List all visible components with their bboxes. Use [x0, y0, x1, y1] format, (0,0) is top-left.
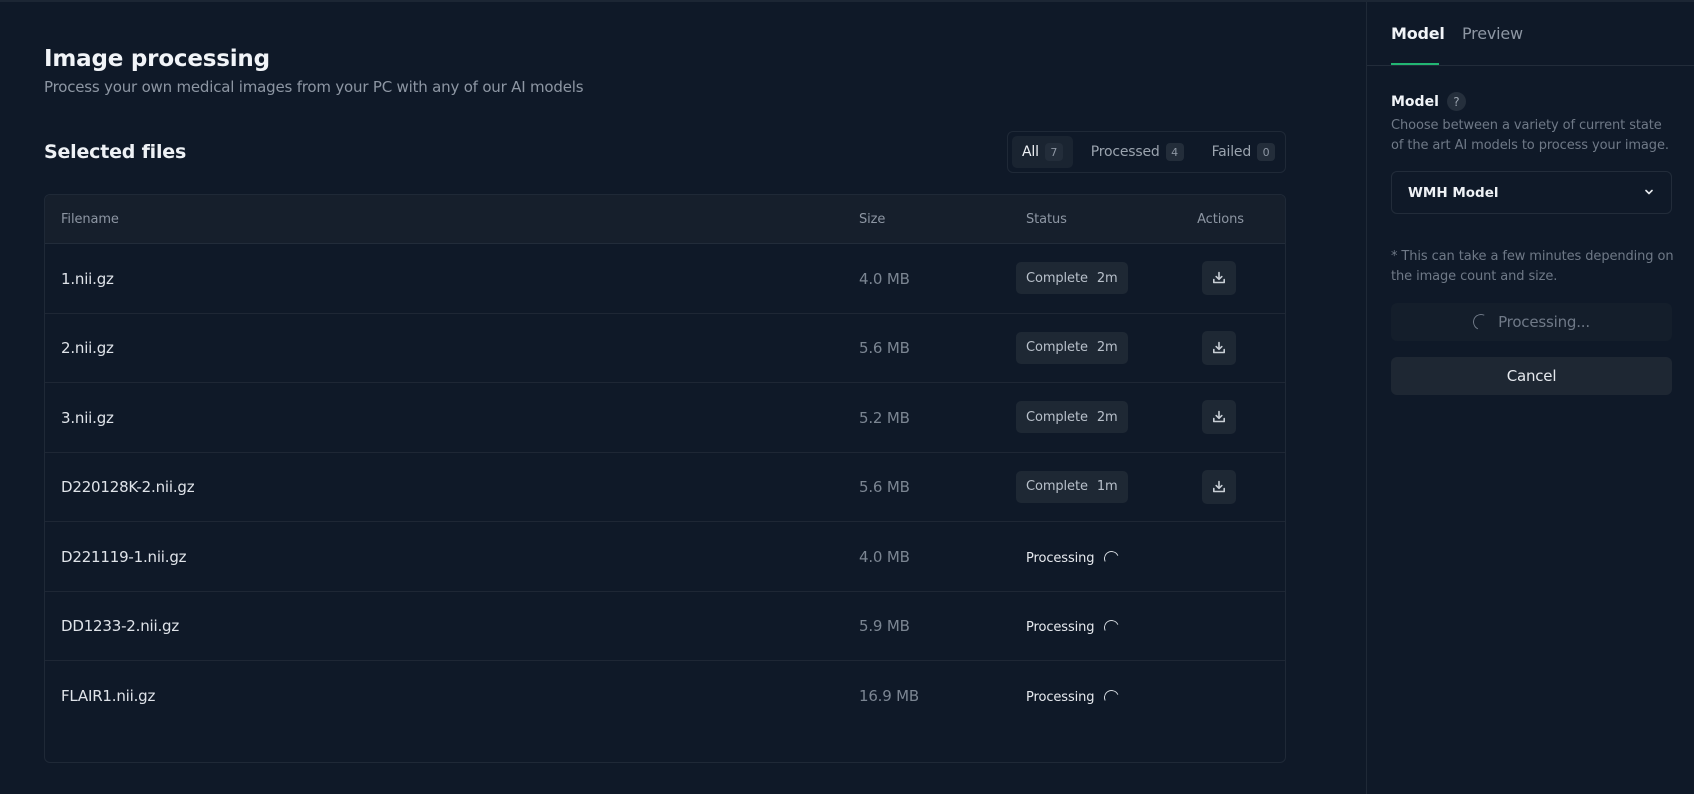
filter-processed[interactable]: Processed 4 — [1081, 136, 1194, 168]
table-row[interactable]: 1.nii.gz 4.0 MB Complete 2m — [45, 244, 1285, 314]
status-duration: 1m — [1096, 479, 1118, 495]
download-button[interactable] — [1201, 400, 1236, 435]
status-processing: Processing — [1016, 688, 1122, 708]
table-body: 1.nii.gz 4.0 MB Complete 2m 2.nii.gz 5.6 MB Co… — [45, 244, 1285, 731]
filter-tabs: All 7 Processed 4 Failed 0 — [1007, 131, 1286, 173]
file-size: 16.9 MB — [859, 687, 919, 706]
main-content: Image processing Process your own medica… — [0, 2, 1366, 794]
filter-label: Failed — [1211, 144, 1252, 160]
filter-count: 0 — [1257, 143, 1276, 161]
filename: DD1233-2.nii.gz — [61, 617, 180, 636]
filename: 2.nii.gz — [61, 339, 114, 358]
table-row[interactable]: 3.nii.gz 5.2 MB Complete 2m — [45, 383, 1285, 453]
filter-all[interactable]: All 7 — [1012, 136, 1073, 168]
status-text: Complete — [1026, 409, 1088, 425]
filter-failed[interactable]: Failed 0 — [1202, 136, 1285, 168]
filter-count: 4 — [1165, 143, 1184, 161]
table-row[interactable]: FLAIR1.nii.gz 16.9 MB Processing — [45, 661, 1285, 731]
download-icon — [1211, 270, 1227, 286]
page-title: Image processing — [44, 46, 270, 72]
page-subtitle: Process your own medical images from you… — [44, 78, 584, 96]
status-text: Processing — [1026, 690, 1095, 706]
filter-label: Processed — [1090, 144, 1160, 160]
status-duration: 2m — [1096, 340, 1118, 356]
status-duration: 2m — [1096, 409, 1118, 425]
status-badge: Complete 2m — [1016, 262, 1128, 295]
filter-label: All — [1022, 144, 1039, 160]
status-text: Complete — [1026, 340, 1088, 356]
model-label-text: Model — [1391, 93, 1439, 110]
spinner-icon — [1102, 548, 1122, 568]
file-size: 5.6 MB — [859, 339, 910, 358]
processing-note: * This can take a few minutes depending … — [1391, 249, 1674, 284]
file-size: 5.6 MB — [859, 478, 910, 497]
column-header-actions: Actions — [1197, 211, 1244, 227]
download-button[interactable] — [1201, 261, 1236, 296]
filter-count: 7 — [1044, 143, 1063, 161]
filename: 1.nii.gz — [61, 269, 114, 288]
status-processing: Processing — [1016, 548, 1122, 568]
filename: D220128K-2.nii.gz — [61, 478, 195, 497]
files-table: Filename Size Status Actions 1.nii.gz 4.0… — [44, 194, 1286, 763]
file-size: 5.9 MB — [859, 617, 910, 636]
download-button[interactable] — [1201, 330, 1236, 365]
status-text: Complete — [1026, 479, 1088, 495]
download-icon — [1211, 409, 1227, 425]
model-description: Choose between a variety of current stat… — [1391, 118, 1669, 153]
cancel-button[interactable]: Cancel — [1391, 357, 1672, 395]
tab-model[interactable]: Model — [1391, 24, 1445, 43]
filename: D221119-1.nii.gz — [61, 547, 187, 566]
tab-preview[interactable]: Preview — [1462, 24, 1523, 43]
active-tab-indicator — [1391, 63, 1439, 65]
table-header: Filename Size Status Actions — [45, 195, 1285, 244]
model-field-label: Model ? — [1391, 92, 1466, 111]
filename: FLAIR1.nii.gz — [61, 687, 156, 706]
file-size: 5.2 MB — [859, 408, 910, 427]
spinner-icon — [1102, 688, 1122, 708]
status-duration: 2m — [1096, 270, 1118, 286]
file-size: 4.0 MB — [859, 547, 910, 566]
section-title: Selected files — [44, 141, 187, 163]
status-badge: Complete 2m — [1016, 401, 1128, 434]
table-row[interactable]: 2.nii.gz 5.6 MB Complete 2m — [45, 314, 1285, 383]
table-row[interactable]: D220128K-2.nii.gz 5.6 MB Complete 1m — [45, 453, 1285, 522]
table-row[interactable]: D221119-1.nii.gz 4.0 MB Processing — [45, 522, 1285, 592]
processing-button[interactable]: Processing... — [1391, 303, 1672, 341]
download-icon — [1211, 340, 1227, 356]
table-row[interactable]: DD1233-2.nii.gz 5.9 MB Processing — [45, 592, 1285, 661]
chevron-down-icon — [1643, 183, 1655, 202]
processing-button-label: Processing... — [1498, 313, 1590, 331]
model-select-value: WMH Model — [1408, 184, 1499, 201]
filename: 3.nii.gz — [61, 408, 114, 427]
status-text: Complete — [1026, 270, 1088, 286]
status-processing: Processing — [1016, 618, 1122, 638]
download-icon — [1211, 479, 1227, 495]
help-icon[interactable]: ? — [1446, 92, 1466, 111]
status-badge: Complete 1m — [1016, 470, 1128, 503]
status-text: Processing — [1026, 620, 1095, 636]
spinner-icon — [1470, 311, 1492, 333]
download-button[interactable] — [1201, 469, 1236, 504]
status-badge: Complete 2m — [1016, 331, 1128, 364]
model-select[interactable]: WMH Model — [1391, 171, 1672, 214]
column-header-size[interactable]: Size — [859, 212, 1016, 227]
spinner-icon — [1102, 618, 1122, 638]
status-text: Processing — [1026, 550, 1095, 566]
file-size: 4.0 MB — [859, 269, 910, 288]
column-header-filename[interactable]: Filename — [45, 212, 859, 227]
panel-tabs: Model Preview — [1367, 2, 1694, 66]
column-header-status[interactable]: Status — [1016, 212, 1166, 227]
side-panel: Model Preview Model ? Choose between a v… — [1366, 2, 1694, 794]
